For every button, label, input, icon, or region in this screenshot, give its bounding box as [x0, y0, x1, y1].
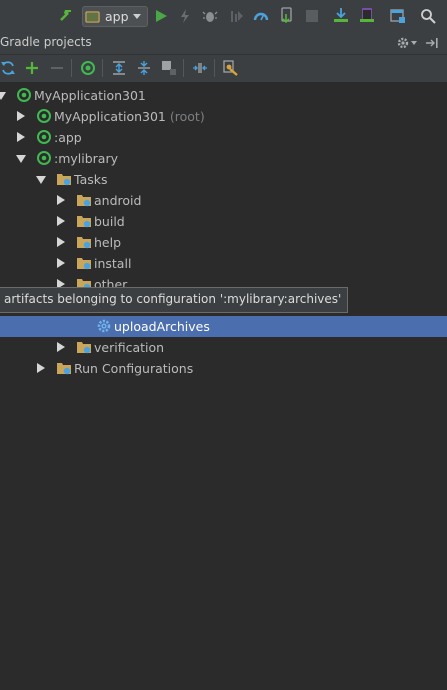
run-config-label: app	[105, 9, 129, 24]
link-icon[interactable]	[192, 60, 208, 76]
expand-arrow-icon[interactable]	[17, 111, 25, 121]
gradle-module-icon	[36, 108, 52, 124]
tree-label: android	[94, 193, 142, 208]
settings-icon[interactable]	[396, 35, 412, 51]
collapse-arrow-icon[interactable]	[0, 92, 6, 100]
chevron-down-icon	[133, 14, 141, 19]
gradle-module-icon	[36, 150, 52, 166]
sdk-manager-icon[interactable]	[333, 7, 349, 23]
tree-label: install	[94, 256, 132, 271]
tree-label: verification	[94, 340, 165, 355]
toolbar-separator	[71, 59, 72, 77]
tree-label: build	[94, 214, 125, 229]
run-config-folder-icon	[56, 360, 72, 376]
search-icon[interactable]	[420, 8, 436, 24]
apply-changes-icon[interactable]	[177, 8, 193, 24]
make-project-icon[interactable]	[58, 7, 74, 23]
expand-arrow-icon[interactable]	[57, 258, 65, 268]
gradle-settings-icon[interactable]	[223, 60, 239, 76]
root-suffix: (root)	[169, 109, 205, 124]
tree-label: MyApplication301 (root)	[54, 109, 205, 124]
gradle-module-icon	[16, 87, 32, 103]
panel-title: Gradle projects	[0, 35, 92, 49]
task-folder-icon	[76, 234, 92, 250]
expand-arrow-icon[interactable]	[57, 342, 65, 352]
expand-arrow-icon[interactable]	[57, 216, 65, 226]
toolbar-separator	[183, 59, 184, 77]
tree-label: :mylibrary	[54, 151, 119, 166]
tree-row-project[interactable]: MyApplication301	[0, 85, 447, 106]
coverage-icon[interactable]	[228, 8, 244, 24]
tree-row-task-group[interactable]: android	[0, 190, 447, 211]
expand-arrow-icon[interactable]	[37, 363, 45, 373]
expand-all-icon[interactable]	[111, 60, 127, 76]
toolbar-separator	[102, 59, 103, 77]
offline-mode-icon[interactable]	[161, 60, 177, 76]
task-folder-icon	[76, 192, 92, 208]
gradle-toolbar	[0, 55, 447, 83]
expand-arrow-icon[interactable]	[17, 132, 25, 142]
tree-row-app-module[interactable]: :app	[0, 127, 447, 148]
collapse-arrow-icon[interactable]	[16, 155, 26, 163]
run-config-dropdown[interactable]: app	[82, 6, 148, 27]
gradle-module-icon	[36, 129, 52, 145]
task-folder-icon	[76, 339, 92, 355]
execute-gradle-task-icon[interactable]	[80, 60, 96, 76]
stop-icon[interactable]	[304, 8, 320, 24]
refresh-icon[interactable]	[0, 60, 16, 76]
task-folder-icon	[56, 171, 72, 187]
debug-icon[interactable]	[202, 8, 218, 24]
tree-label: help	[94, 235, 122, 250]
tree-label: Run Configurations	[74, 361, 194, 376]
task-description-tooltip: artifacts belonging to configuration ':m…	[0, 287, 349, 313]
attach-debugger-icon[interactable]	[279, 7, 295, 23]
add-icon[interactable]	[24, 60, 40, 76]
toolbar-separator	[214, 59, 215, 77]
collapse-arrow-icon[interactable]	[36, 176, 46, 184]
tree-row-task-group[interactable]: build	[0, 211, 447, 232]
run-config-icon	[85, 8, 101, 24]
task-folder-icon	[76, 213, 92, 229]
tree-row-root-module[interactable]: MyApplication301 (root)	[0, 106, 447, 127]
tree-label: MyApplication301	[34, 88, 146, 103]
gradle-projects-tree: MyApplication301 MyApplication301 (root) …	[0, 83, 447, 690]
tree-row-task-upload-archives[interactable]: uploadArchives	[0, 316, 447, 337]
tree-row-mylibrary-module[interactable]: :mylibrary	[0, 148, 447, 169]
tree-label: :app	[54, 130, 82, 145]
tree-row-tasks[interactable]: Tasks	[0, 169, 447, 190]
expand-arrow-icon[interactable]	[57, 237, 65, 247]
profile-icon[interactable]	[253, 8, 269, 24]
project-structure-icon[interactable]	[390, 8, 406, 24]
remove-icon[interactable]	[49, 60, 65, 76]
tree-label: Tasks	[74, 172, 108, 187]
tree-row-task-group[interactable]: help	[0, 232, 447, 253]
tree-row-task-group[interactable]: install	[0, 253, 447, 274]
tree-row-run-configurations[interactable]: Run Configurations	[0, 358, 447, 379]
expand-arrow-icon[interactable]	[57, 195, 65, 205]
tree-label: uploadArchives	[114, 319, 210, 334]
chevron-down-icon[interactable]	[411, 41, 417, 45]
tree-row-task-group[interactable]: verification	[0, 337, 447, 358]
panel-header: Gradle projects	[0, 32, 447, 55]
collapse-all-icon[interactable]	[136, 60, 152, 76]
gear-icon	[96, 318, 112, 334]
hide-panel-icon[interactable]	[424, 35, 440, 51]
avd-manager-icon[interactable]	[359, 7, 375, 23]
main-toolbar: app	[0, 0, 447, 33]
run-icon[interactable]	[153, 8, 169, 24]
task-folder-icon	[76, 255, 92, 271]
